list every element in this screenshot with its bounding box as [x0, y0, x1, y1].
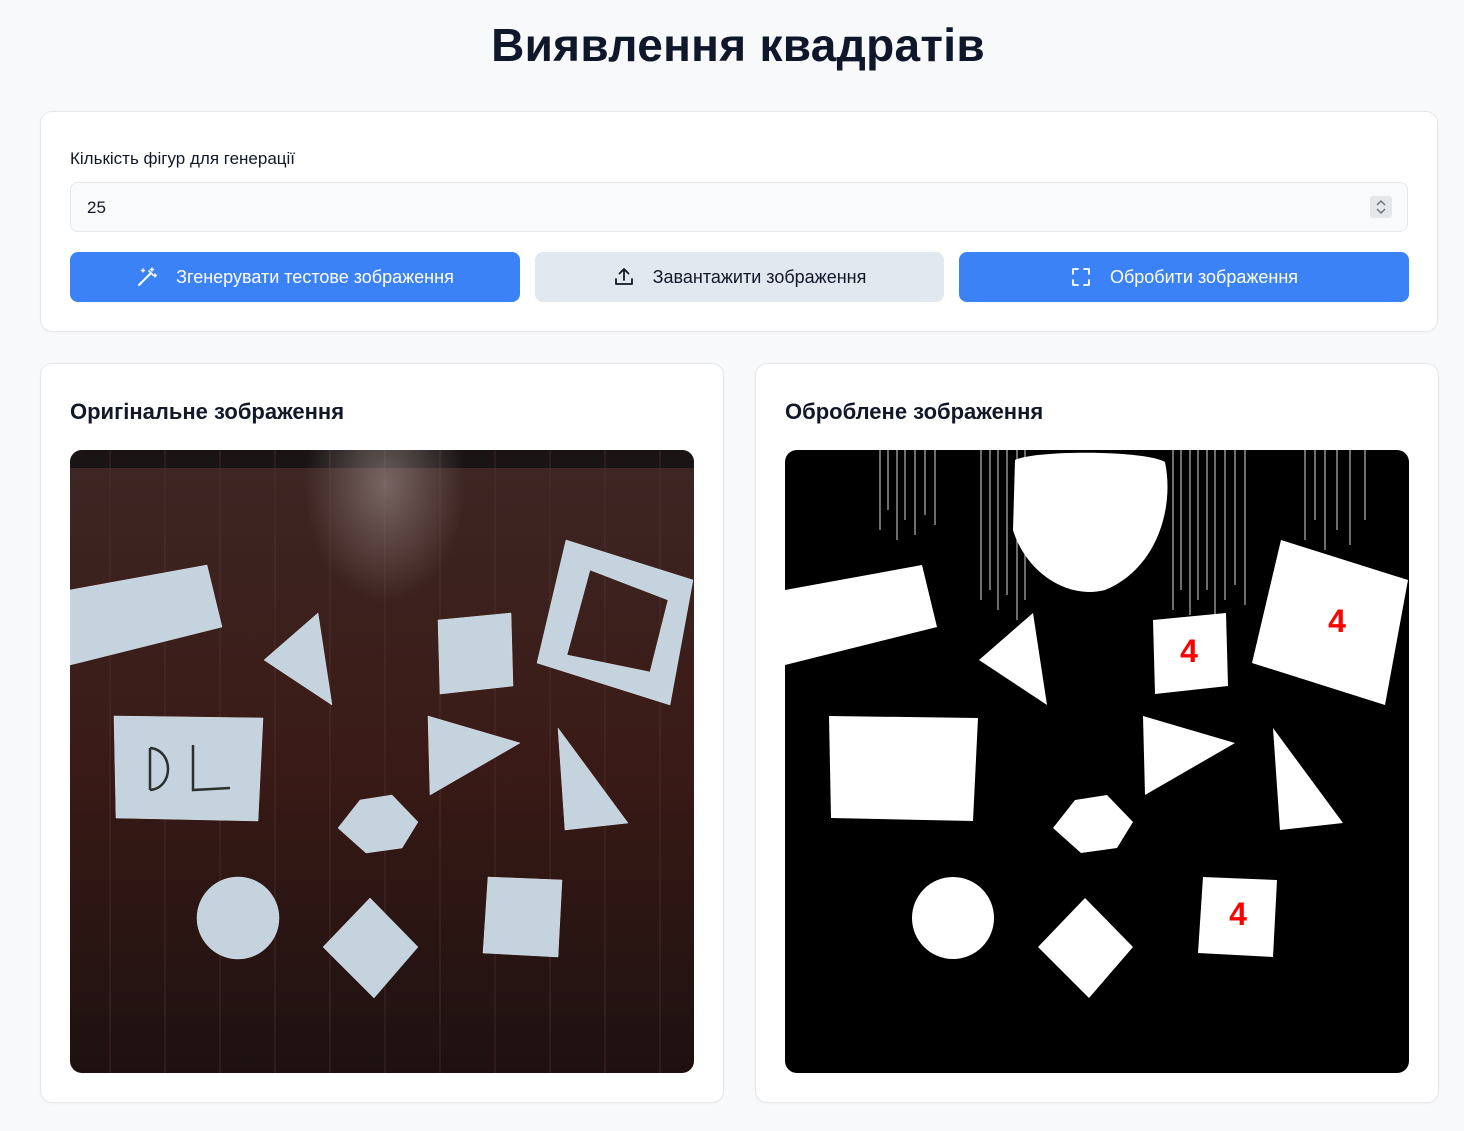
upload-image-button[interactable]: Завантажити зображення — [535, 252, 944, 302]
number-stepper[interactable] — [1370, 196, 1392, 218]
stepper-arrows-icon[interactable] — [1370, 196, 1392, 218]
processed-image-panel: Оброблене зображення 4 4 4 — [755, 363, 1439, 1103]
square-count-label: 4 — [1328, 603, 1346, 639]
generate-button-label: Згенерувати тестове зображення — [176, 266, 454, 287]
upload-icon — [613, 266, 635, 288]
original-image-panel: Оригінальне зображення — [40, 363, 724, 1103]
shape-count-input[interactable]: 25 — [70, 182, 1408, 232]
square-count-label: 4 — [1180, 633, 1198, 669]
scan-frame-icon — [1070, 266, 1092, 288]
upload-button-label: Завантажити зображення — [652, 266, 867, 287]
process-image-button[interactable]: Обробити зображення — [959, 252, 1409, 302]
process-button-label: Обробити зображення — [1109, 266, 1299, 287]
processed-image-title: Оброблене зображення — [785, 399, 1044, 424]
original-image — [70, 450, 694, 1073]
controls-card: Кількість фігур для генерації 25 Згенеру… — [40, 111, 1438, 332]
page-title: Виявлення квадратів — [491, 19, 985, 71]
generate-test-image-button[interactable]: Згенерувати тестове зображення — [70, 252, 520, 302]
original-image-title: Оригінальне зображення — [70, 399, 345, 424]
magic-wand-icon — [136, 266, 158, 288]
square-count-label: 4 — [1229, 896, 1247, 932]
shape-count-label: Кількість фігур для генерації — [70, 149, 296, 168]
processed-image: 4 4 4 — [785, 450, 1409, 1073]
shape-count-value[interactable]: 25 — [87, 198, 106, 218]
